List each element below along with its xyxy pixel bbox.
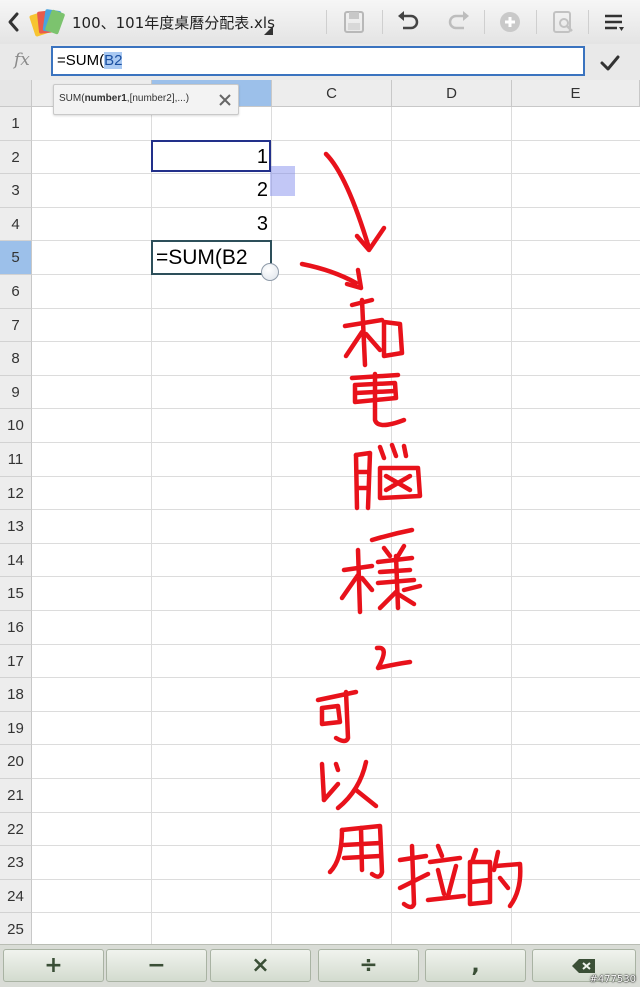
- key-plus[interactable]: +: [3, 949, 104, 982]
- toolbar-divider: [484, 10, 485, 34]
- grid-line: [32, 778, 640, 779]
- grid-line: [32, 879, 640, 880]
- grid-line: [32, 308, 640, 309]
- function-signature: SUM(number1,[number2],...): [59, 93, 189, 104]
- toolbar-divider: [536, 10, 537, 34]
- undo-icon[interactable]: [394, 8, 422, 36]
- cell-b4[interactable]: 3: [152, 209, 268, 239]
- spreadsheet-grid[interactable]: C D E 1 2 3 4 5 6 7 8 9 10 11 12 13 14 15 16 17 18 19 20 21 2…: [0, 80, 640, 944]
- grid-line: [32, 442, 640, 443]
- key-divide[interactable]: ÷: [318, 949, 419, 982]
- menu-icon[interactable]: [600, 8, 628, 36]
- grid-line: [32, 912, 640, 913]
- row-header-6[interactable]: 6: [0, 275, 32, 309]
- grid-line: [32, 711, 640, 712]
- fill-handle[interactable]: [261, 263, 279, 281]
- grid-line: [32, 845, 640, 846]
- grid-line: [32, 173, 640, 174]
- row-header-7[interactable]: 7: [0, 309, 32, 342]
- row-header-17[interactable]: 17: [0, 645, 32, 678]
- grid-line: [32, 274, 640, 275]
- toolbar-divider: [382, 10, 383, 34]
- row-header-5[interactable]: 5: [0, 241, 32, 275]
- toolbar-divider: [326, 10, 327, 34]
- grid-line: [32, 644, 640, 645]
- formula-cell-reference: B2: [104, 52, 123, 69]
- row-header-24[interactable]: 24: [0, 880, 32, 913]
- grid-line: [32, 207, 640, 208]
- grid-line: [32, 408, 640, 409]
- checkmark-icon[interactable]: [596, 52, 624, 74]
- grid-line: [511, 107, 512, 944]
- search-document-icon[interactable]: [549, 8, 577, 36]
- function-name: SUM(: [59, 93, 85, 104]
- back-icon[interactable]: [4, 8, 24, 36]
- row-header-12[interactable]: 12: [0, 477, 32, 510]
- redo-icon[interactable]: [445, 8, 473, 36]
- row-header-19[interactable]: 19: [0, 712, 32, 745]
- close-icon[interactable]: [216, 91, 234, 109]
- grid-line: [32, 543, 640, 544]
- app-toolbar: 100、101年度桌曆分配表.xls: [0, 0, 640, 45]
- key-multiply[interactable]: ×: [210, 949, 311, 982]
- row-header-20[interactable]: 20: [0, 745, 32, 779]
- row-header-9[interactable]: 9: [0, 376, 32, 409]
- row-header-22[interactable]: 22: [0, 813, 32, 846]
- row-header-13[interactable]: 13: [0, 510, 32, 544]
- grid-line: [32, 341, 640, 342]
- row-header-14[interactable]: 14: [0, 544, 32, 577]
- row-header-16[interactable]: 16: [0, 611, 32, 645]
- grid-line: [271, 107, 272, 944]
- cell-b3[interactable]: 2: [152, 175, 268, 205]
- row-header-1[interactable]: 1: [0, 107, 32, 141]
- grid-line: [32, 576, 640, 577]
- dropdown-caret-icon[interactable]: [264, 26, 273, 35]
- add-circle-icon[interactable]: [496, 8, 524, 36]
- row-header-25[interactable]: 25: [0, 913, 32, 944]
- function-tooltip: SUM(number1,[number2],...): [53, 84, 239, 115]
- row-header-2[interactable]: 2: [0, 141, 32, 174]
- formula-keypad: + − × ÷ , #477530: [0, 944, 640, 987]
- key-minus[interactable]: −: [106, 949, 207, 982]
- function-current-arg: number1: [84, 93, 127, 104]
- app-logo: [29, 9, 65, 37]
- cell-b2[interactable]: 1: [152, 142, 268, 172]
- row-header-3[interactable]: 3: [0, 174, 32, 208]
- row-header-18[interactable]: 18: [0, 678, 32, 712]
- cell-b5-editor[interactable]: =SUM(B2: [151, 240, 272, 275]
- column-header-e[interactable]: E: [512, 80, 640, 107]
- grid-line: [391, 107, 392, 944]
- row-header-11[interactable]: 11: [0, 443, 32, 477]
- function-other-args: ,[number2],...): [126, 93, 190, 104]
- grid-line: [32, 509, 640, 510]
- file-title[interactable]: 100、101年度桌曆分配表.xls: [72, 12, 275, 33]
- grid-line: [32, 375, 640, 376]
- row-header-10[interactable]: 10: [0, 409, 32, 443]
- column-header-d[interactable]: D: [392, 80, 512, 107]
- fx-label: fx: [14, 50, 30, 70]
- row-header-4[interactable]: 4: [0, 208, 32, 241]
- column-header-c[interactable]: C: [272, 80, 392, 107]
- key-comma[interactable]: ,: [425, 949, 526, 982]
- watermark: #477530: [589, 974, 636, 985]
- grid-line: [32, 610, 640, 611]
- grid-line: [32, 140, 640, 141]
- row-header-15[interactable]: 15: [0, 577, 32, 611]
- row-header-23[interactable]: 23: [0, 846, 32, 880]
- formula-text: =SUM(: [57, 52, 105, 69]
- formula-bar: fx =SUM(B2: [0, 44, 640, 81]
- grid-line: [32, 240, 640, 241]
- grid-line: [32, 677, 640, 678]
- toolbar-divider: [588, 10, 589, 34]
- range-selection-highlight: [270, 166, 295, 196]
- grid-line: [32, 744, 640, 745]
- select-all-corner[interactable]: [0, 80, 32, 107]
- formula-input[interactable]: =SUM(B2: [51, 46, 585, 76]
- row-header-21[interactable]: 21: [0, 779, 32, 813]
- row-header-8[interactable]: 8: [0, 342, 32, 376]
- grid-line: [32, 476, 640, 477]
- grid-line: [32, 812, 640, 813]
- save-icon[interactable]: [340, 8, 368, 36]
- backspace-icon: [572, 959, 595, 973]
